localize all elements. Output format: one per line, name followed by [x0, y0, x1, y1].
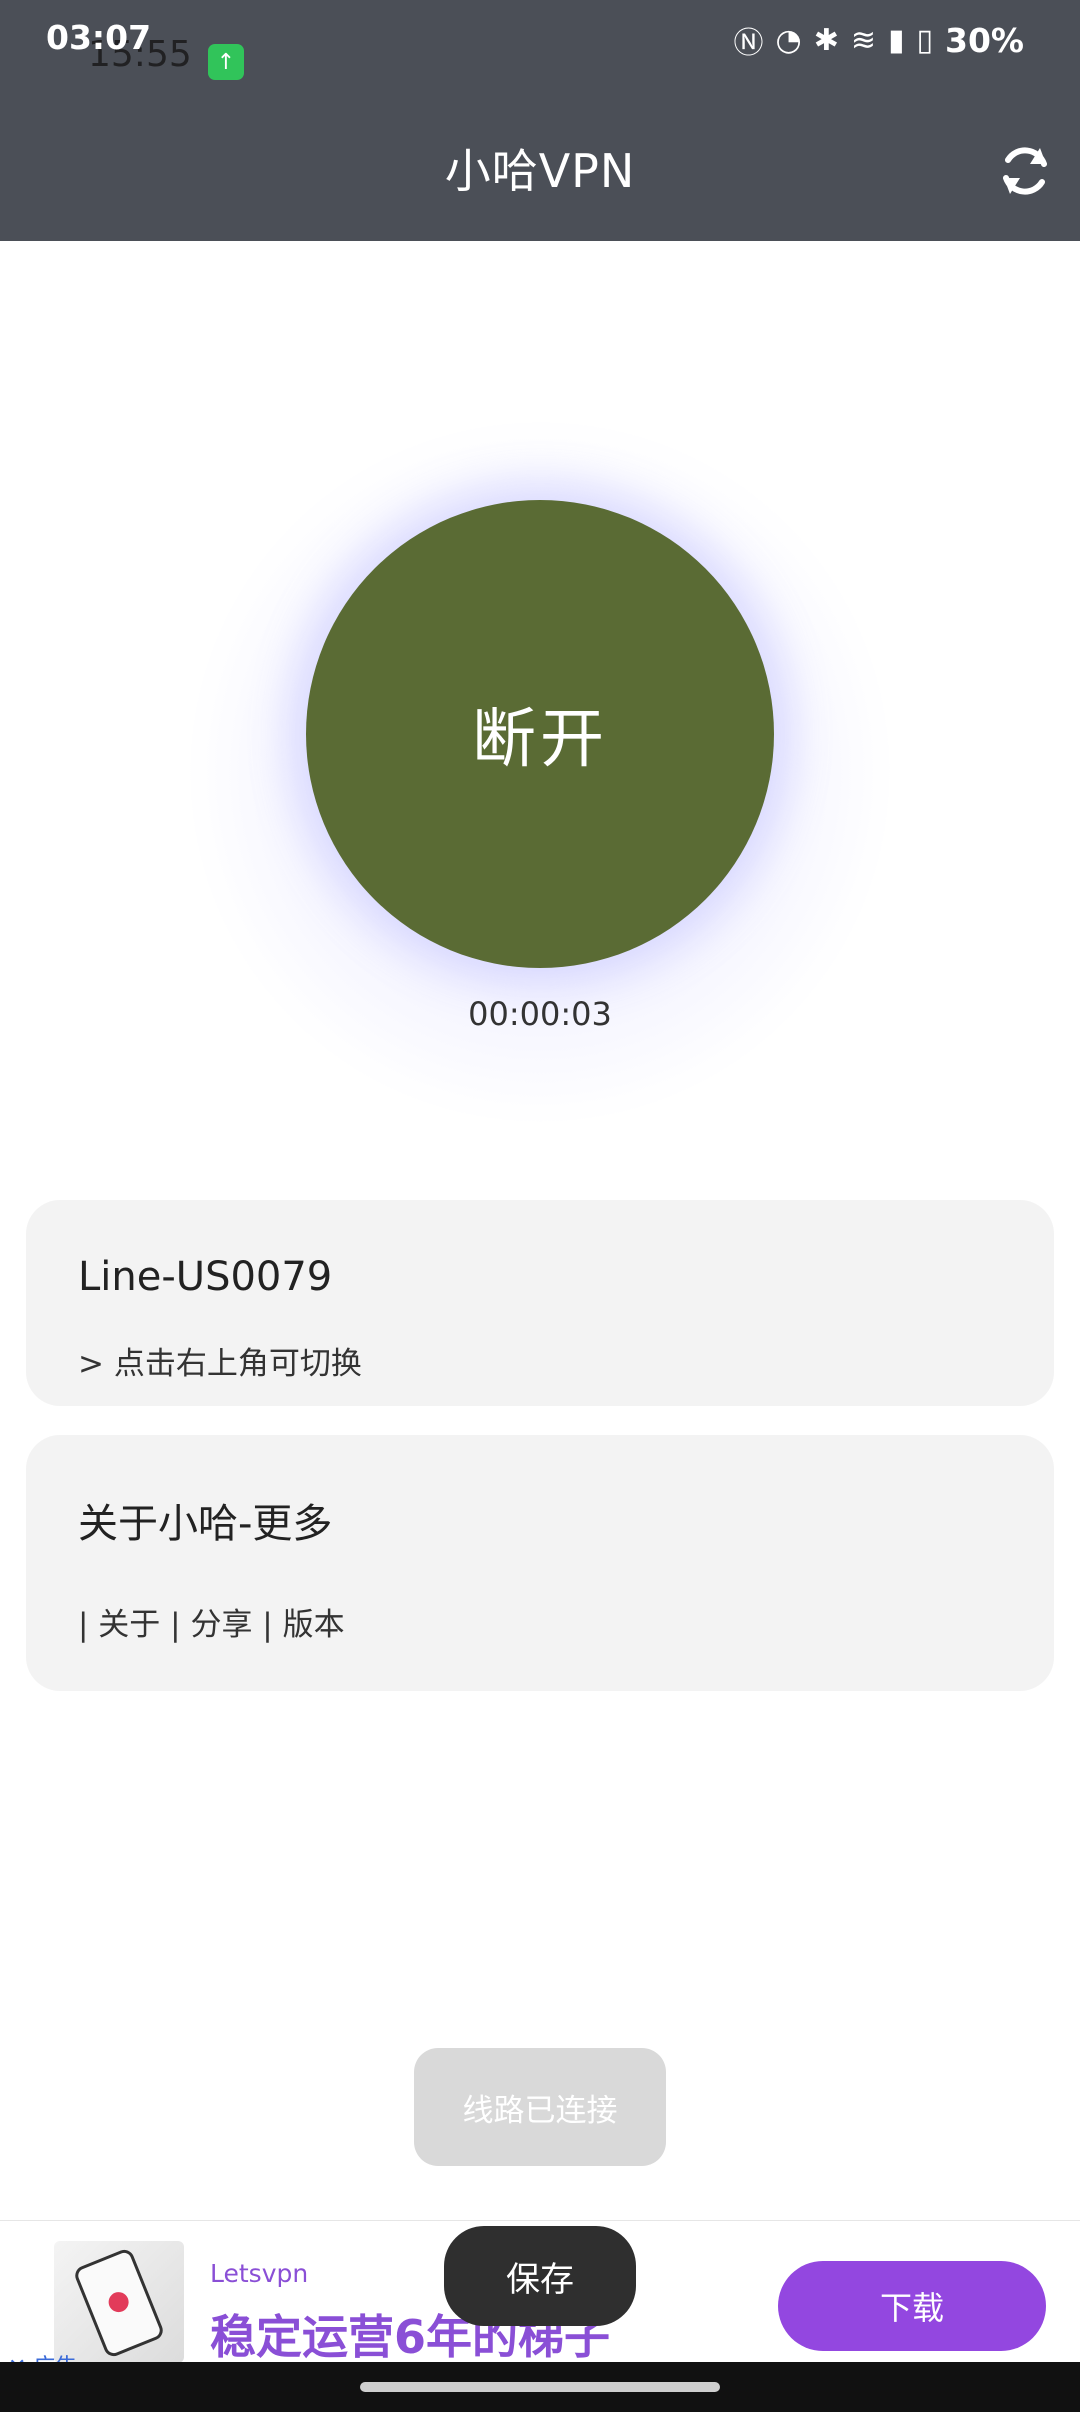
- refresh-button[interactable]: [990, 138, 1060, 204]
- about-title: 关于小哈-更多: [78, 1501, 333, 1547]
- nfc-icon: Ⓝ: [733, 26, 764, 61]
- battery-percent: 30%: [945, 20, 1024, 60]
- upload-notification-icon: ↑: [208, 44, 244, 80]
- home-indicator[interactable]: [360, 2382, 720, 2392]
- connection-timer: 00:00:03: [468, 995, 612, 1033]
- disconnect-button[interactable]: 断开: [306, 500, 774, 968]
- app-header: 15:55 03:07 ↑ Ⓝ ◔ ✱ ≋ ▮ ▯ 30% 小哈VPN: [0, 0, 1080, 241]
- about-links[interactable]: | 关于 | 分享 | 版本: [78, 1599, 345, 1644]
- disconnect-label: 断开: [472, 703, 608, 777]
- line-name: Line-US0079: [78, 1254, 333, 1300]
- system-nav-bar: [0, 2362, 1080, 2412]
- record-dot-icon: [105, 2289, 132, 2316]
- signal-5g-icon: ▮: [887, 22, 905, 58]
- about-card[interactable]: 关于小哈-更多 | 关于 | 分享 | 版本: [26, 1435, 1054, 1691]
- app-title: 小哈VPN: [444, 144, 636, 198]
- refresh-icon: [1003, 147, 1047, 195]
- status-time: 03:07: [46, 18, 152, 57]
- battery-icon: ▯: [916, 22, 933, 58]
- ad-image: [54, 2241, 184, 2363]
- status-bar: 15:55 03:07 ↑ Ⓝ ◔ ✱ ≋ ▮ ▯ 30%: [0, 0, 1080, 80]
- bluetooth-icon: ✱: [813, 22, 839, 58]
- line-card[interactable]: Line-US0079 > 点击右上角可切换: [26, 1200, 1054, 1406]
- connection-status-pill: 线路已连接: [414, 2048, 666, 2166]
- speed-icon: ◔: [775, 22, 802, 58]
- save-toast[interactable]: 保存: [444, 2226, 636, 2326]
- line-switch-hint: > 点击右上角可切换: [78, 1346, 362, 1382]
- ad-download-button[interactable]: 下载: [778, 2261, 1046, 2351]
- status-icons: Ⓝ ◔ ✱ ≋ ▮ ▯ 30%: [734, 18, 1025, 62]
- phone-icon: [72, 2246, 166, 2360]
- wifi-icon: ≋: [850, 22, 876, 58]
- ad-brand: Letsvpn: [210, 2259, 309, 2288]
